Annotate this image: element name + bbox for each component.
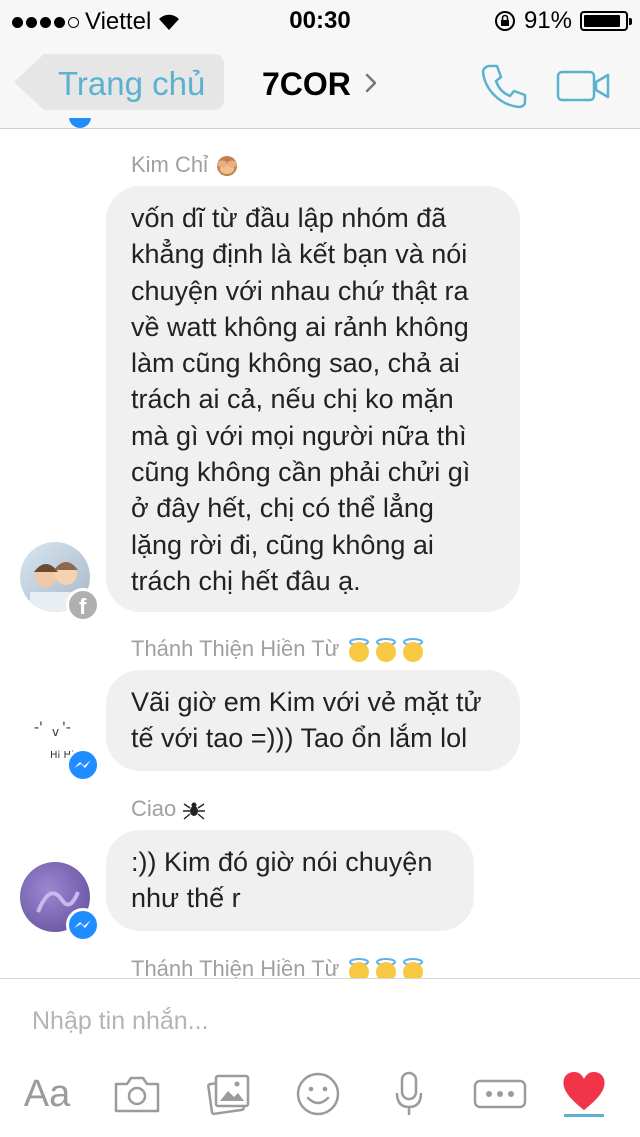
message-input[interactable]: Nhập tin nhắn... xyxy=(32,1007,209,1036)
message-bubble[interactable]: Vãi giờ em Kim với vẻ mặt tử tế với tao … xyxy=(106,670,520,771)
svg-text:f: f xyxy=(79,594,87,619)
spider-icon xyxy=(183,802,206,820)
sender-name: Thánh Thiện Hiền Từ xyxy=(131,636,426,663)
camera-icon xyxy=(114,1076,160,1113)
more-dots-icon xyxy=(473,1079,527,1109)
messenger-badge-icon xyxy=(66,908,100,942)
photo-gallery-icon xyxy=(207,1074,250,1116)
chevron-right-icon[interactable] xyxy=(364,72,378,94)
conversation-title[interactable]: 7COR xyxy=(262,66,351,103)
more-options-button[interactable] xyxy=(473,1071,527,1117)
sender-name: Kim Chỉ xyxy=(131,152,240,178)
text-format-button[interactable]: Aa xyxy=(20,1071,74,1117)
message-bubble[interactable]: :)) Kim đó giờ nói chuyện như thế r xyxy=(106,830,474,931)
voice-record-button[interactable] xyxy=(391,1071,427,1117)
see-no-evil-monkey-icon xyxy=(217,156,238,177)
camera-button[interactable] xyxy=(112,1071,162,1117)
send-heart-button[interactable] xyxy=(560,1071,608,1117)
svg-text:-': -' xyxy=(34,720,43,736)
video-call-icon[interactable] xyxy=(556,70,610,102)
battery-percent: 91% xyxy=(523,7,572,34)
heart-icon xyxy=(563,1071,605,1111)
composer: Nhập tin nhắn... Aa xyxy=(0,978,640,1137)
text-format-label: Aa xyxy=(23,1072,71,1115)
status-right: 91% xyxy=(494,7,632,35)
messenger-badge-icon xyxy=(66,748,100,782)
svg-text:'-: '- xyxy=(62,720,71,736)
facebook-badge-icon: f xyxy=(66,588,100,622)
svg-text:v: v xyxy=(52,725,59,739)
halo-face-emoji-icon xyxy=(348,638,423,663)
message-bubble[interactable]: vốn dĩ từ đầu lập nhóm đã khẳng định là … xyxy=(106,186,520,612)
previous-message-badge xyxy=(69,118,91,128)
emoji-button[interactable] xyxy=(294,1071,342,1117)
battery-icon xyxy=(580,11,632,31)
photo-gallery-button[interactable] xyxy=(205,1071,253,1117)
microphone-icon xyxy=(395,1071,423,1115)
status-bar: Viettel 00:30 91% xyxy=(0,0,640,40)
rotation-lock-icon xyxy=(494,11,515,31)
selected-indicator xyxy=(564,1114,604,1117)
phone-call-icon[interactable] xyxy=(480,62,528,110)
back-button[interactable]: Trang chủ xyxy=(14,54,224,110)
back-label: Trang chủ xyxy=(58,65,206,102)
nav-bar: Trang chủ 7COR xyxy=(0,40,640,129)
sender-name: Ciao xyxy=(131,796,206,822)
smiley-icon xyxy=(296,1072,340,1116)
